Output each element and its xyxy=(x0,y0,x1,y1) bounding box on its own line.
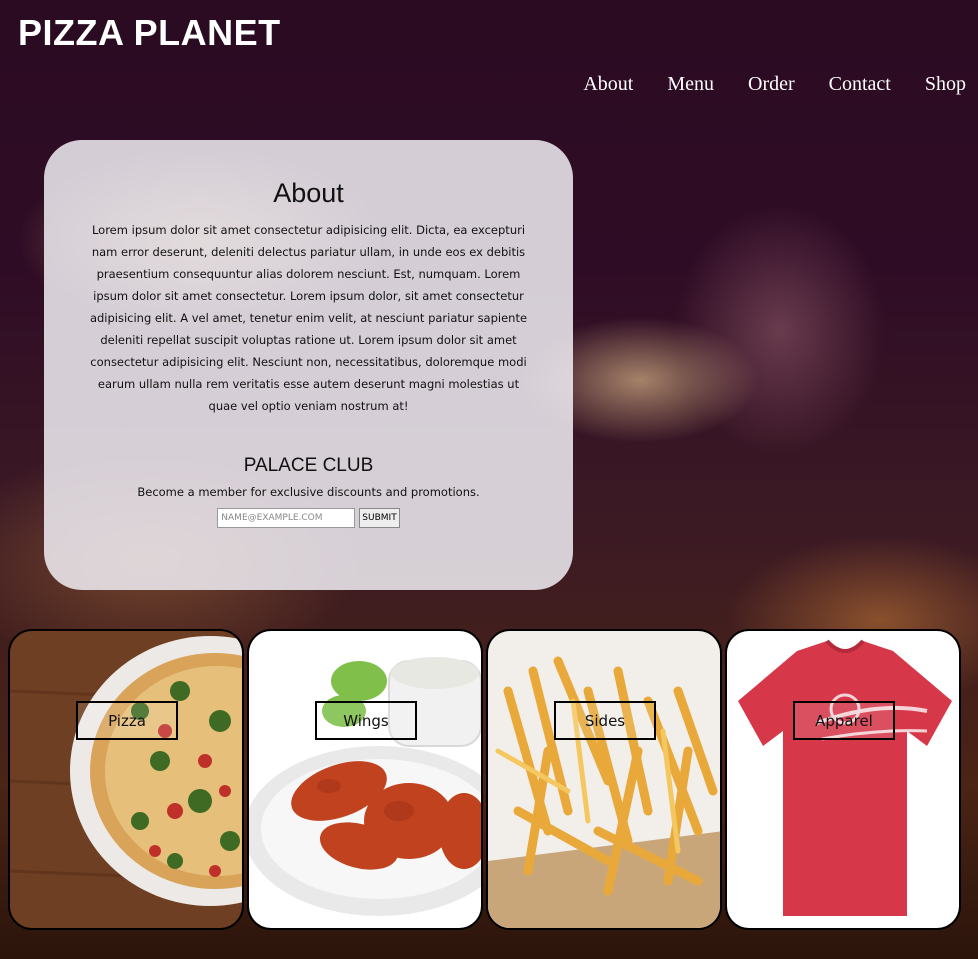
about-card: About Lorem ipsum dolor sit amet consect… xyxy=(44,140,573,590)
tile-wings[interactable]: Wings xyxy=(247,629,483,930)
club-text: Become a member for exclusive discounts … xyxy=(137,485,480,499)
tile-sides[interactable]: Sides xyxy=(486,629,722,930)
club-signup-form: SUBMIT xyxy=(84,508,533,528)
tile-pizza[interactable]: Pizza xyxy=(8,629,244,930)
wings-image xyxy=(249,631,481,928)
tile-label-wings[interactable]: Wings xyxy=(315,701,417,740)
club-heading: PALACE CLUB xyxy=(243,455,374,476)
nav-item-about[interactable]: About xyxy=(583,73,633,96)
about-text: Lorem ipsum dolor sit amet consectetur a… xyxy=(89,223,528,413)
tile-label-pizza[interactable]: Pizza xyxy=(76,701,178,740)
main-nav: About Menu Order Contact Shop xyxy=(583,73,966,96)
site-title[interactable]: PIZZA PLANET xyxy=(18,12,281,54)
nav-item-order[interactable]: Order xyxy=(748,73,795,96)
nav-item-shop[interactable]: Shop xyxy=(925,73,966,96)
fries-image xyxy=(488,631,720,928)
about-heading: About xyxy=(273,178,344,208)
nav-item-contact[interactable]: Contact xyxy=(829,73,891,96)
nav-item-menu[interactable]: Menu xyxy=(667,73,714,96)
category-tiles: Pizza Wings Sides Apparel xyxy=(8,629,962,930)
tile-label-apparel[interactable]: Apparel xyxy=(793,701,895,740)
tile-label-sides[interactable]: Sides xyxy=(554,701,656,740)
email-field[interactable] xyxy=(217,508,356,528)
tshirt-image xyxy=(727,631,959,928)
submit-button[interactable]: SUBMIT xyxy=(359,508,400,528)
pizza-image xyxy=(10,631,242,928)
tile-apparel[interactable]: Apparel xyxy=(725,629,961,930)
